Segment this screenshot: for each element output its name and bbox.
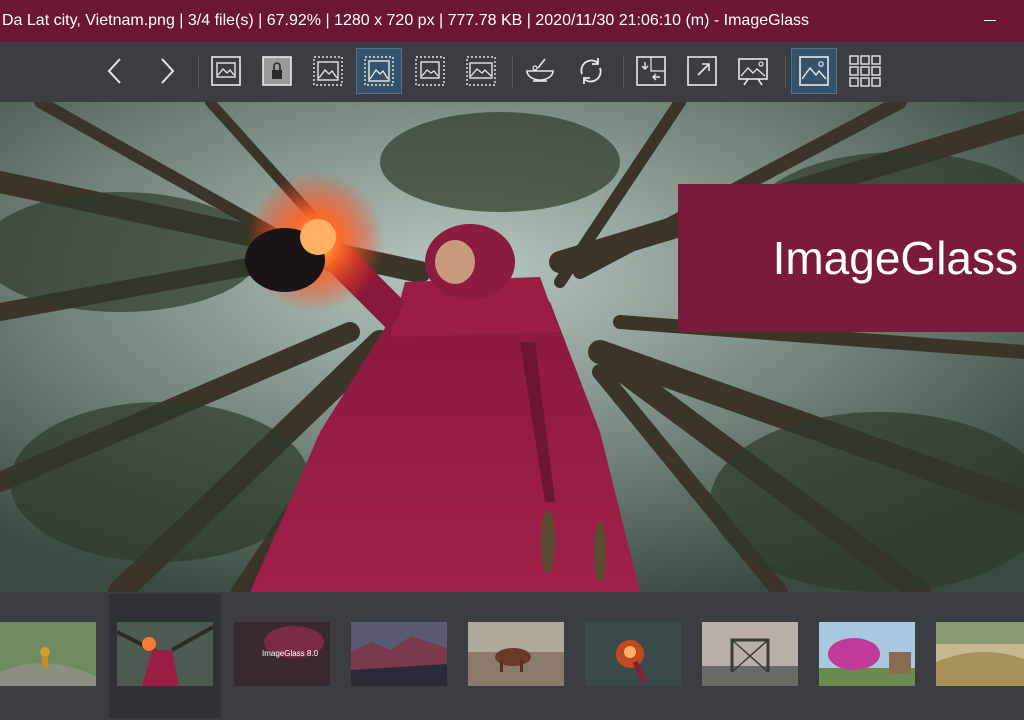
thumb-grass-field[interactable] — [936, 622, 1024, 686]
svg-text:ImageGlass 8.0: ImageGlass 8.0 — [262, 649, 319, 658]
thumb-pink-flowers[interactable] — [819, 622, 915, 686]
scale-to-fit-button[interactable] — [356, 48, 402, 94]
fullscreen-button[interactable] — [679, 48, 725, 94]
scale-width-icon — [313, 56, 343, 86]
thumb-mountains[interactable] — [351, 622, 447, 686]
chevron-left-icon — [107, 58, 121, 84]
title-bar: Da Lat city, Vietnam.png | 3/4 file(s) |… — [0, 0, 1024, 42]
goto-image-button[interactable] — [628, 48, 674, 94]
thumb-lantern-closeup[interactable] — [585, 622, 681, 686]
minimize-button[interactable] — [984, 20, 996, 21]
lock-zoom-button[interactable] — [254, 48, 300, 94]
banner-title: ImageGlass — [772, 232, 1018, 284]
auto-zoom-button[interactable] — [203, 48, 249, 94]
expand-icon — [687, 56, 717, 86]
next-image-button[interactable] — [143, 48, 189, 94]
slideshow-icon — [738, 58, 768, 86]
toolbar — [0, 42, 1024, 102]
lock-image-icon — [262, 56, 292, 86]
refresh-button[interactable] — [568, 48, 614, 94]
toolbar-separator — [785, 56, 786, 88]
slideshow-button[interactable] — [730, 48, 776, 94]
thumb-bridge[interactable] — [702, 622, 798, 686]
image-frame-icon — [211, 56, 241, 86]
previous-image-button[interactable] — [93, 48, 139, 94]
toolbar-separator — [198, 56, 199, 88]
forest-photo — [0, 102, 1024, 592]
thumbnail-bar-button[interactable] — [791, 48, 837, 94]
open-with-button[interactable] — [517, 48, 563, 94]
grid-icon — [849, 55, 881, 87]
thumb-imageglass-logo[interactable]: ImageGlass 8.0 — [234, 622, 330, 686]
refresh-icon — [580, 58, 602, 84]
scale-to-width-button[interactable] — [305, 48, 351, 94]
scale-fit-icon — [364, 56, 394, 86]
thumb-red-lantern[interactable] — [117, 622, 213, 686]
scale-fill-icon — [466, 56, 496, 86]
chevron-right-icon — [161, 58, 175, 84]
goto-icon — [636, 56, 666, 86]
thumbnail-bar: ImageGlass 8.0 — [0, 592, 1024, 720]
scale-to-height-button[interactable] — [407, 48, 453, 94]
scale-to-fill-button[interactable] — [458, 48, 504, 94]
image-viewer[interactable]: ImageGlass — [0, 102, 1024, 592]
toolbar-separator — [623, 56, 624, 88]
imageglass-banner: ImageGlass — [678, 184, 1024, 332]
thumb-child-bicycle[interactable] — [0, 622, 96, 686]
grid-view-button[interactable] — [842, 48, 888, 94]
thumb-cow[interactable] — [468, 622, 564, 686]
bowl-icon — [526, 58, 554, 82]
scale-height-icon — [415, 56, 445, 86]
thumbnail-icon — [799, 56, 829, 86]
toolbar-separator — [512, 56, 513, 88]
window-title: Da Lat city, Vietnam.png | 3/4 file(s) |… — [2, 12, 810, 29]
